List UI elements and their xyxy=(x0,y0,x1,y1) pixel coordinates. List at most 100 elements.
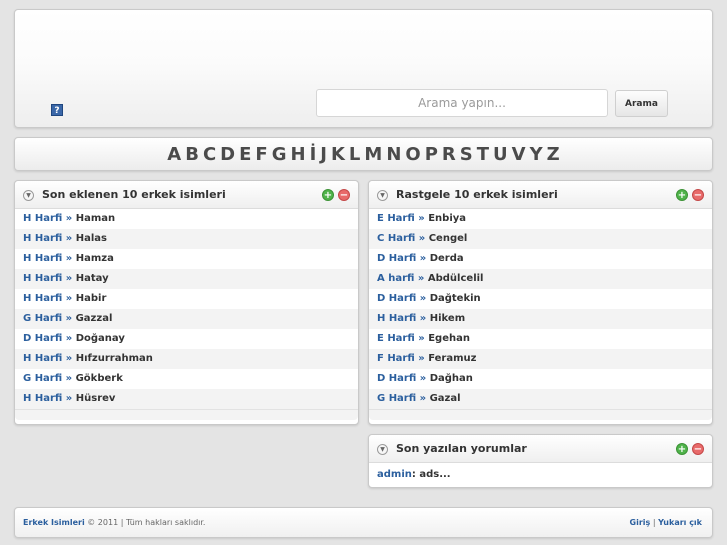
breadcrumb-separator: » xyxy=(419,253,427,264)
name-link[interactable]: Hamza xyxy=(76,253,114,264)
letter-link[interactable]: D xyxy=(220,144,235,165)
letter-link[interactable]: N xyxy=(386,144,401,165)
letter-category-link[interactable]: H Harfi xyxy=(23,233,62,244)
back-to-top-link[interactable]: Yukarı çık xyxy=(658,518,702,527)
chevron-down-icon[interactable]: ▼ xyxy=(377,444,388,455)
minus-icon[interactable]: − xyxy=(692,443,704,455)
footer-left: Erkek Isimleri © 2011 | Tüm hakları sakl… xyxy=(23,508,205,537)
letter-link[interactable]: İ xyxy=(310,144,317,165)
letter-link[interactable]: B xyxy=(185,144,199,165)
letter-category-link[interactable]: H Harfi xyxy=(23,273,62,284)
name-link[interactable]: Cengel xyxy=(429,233,468,244)
name-link[interactable]: Dağtekin xyxy=(430,293,481,304)
letter-link[interactable]: Z xyxy=(547,144,560,165)
name-link[interactable]: Hikem xyxy=(430,313,465,324)
letter-category-link[interactable]: H Harfi xyxy=(23,393,62,404)
letter-link[interactable]: K xyxy=(331,144,345,165)
letter-category-link[interactable]: H Harfi xyxy=(23,353,62,364)
letter-link[interactable]: F xyxy=(255,144,267,165)
name-link[interactable]: Haman xyxy=(76,213,115,224)
letter-category-link[interactable]: C Harfi xyxy=(377,233,415,244)
breadcrumb-separator: » xyxy=(418,333,425,344)
breadcrumb-separator: » xyxy=(65,333,73,344)
comment-text: : ads... xyxy=(411,469,451,480)
chevron-down-icon[interactable]: ▼ xyxy=(377,190,388,201)
breadcrumb-separator: » xyxy=(65,273,73,284)
breadcrumb-separator: » xyxy=(65,373,73,384)
help-icon[interactable]: ? xyxy=(51,104,63,116)
name-link[interactable]: Gazal xyxy=(430,393,461,404)
breadcrumb-separator: » xyxy=(418,213,425,224)
letter-link[interactable]: O xyxy=(405,144,420,165)
letter-category-link[interactable]: G Harfi xyxy=(377,393,416,404)
breadcrumb-separator: » xyxy=(418,353,425,364)
breadcrumb-separator: » xyxy=(418,233,426,244)
letter-link[interactable]: E xyxy=(239,144,251,165)
letter-link[interactable]: J xyxy=(320,144,327,165)
letter-link[interactable]: M xyxy=(364,144,382,165)
name-link[interactable]: Hıfzurrahman xyxy=(76,353,153,364)
letter-link[interactable]: G xyxy=(272,144,287,165)
name-link[interactable]: Dağhan xyxy=(430,373,473,384)
footer: Erkek Isimleri © 2011 | Tüm hakları sakl… xyxy=(14,507,713,538)
name-link[interactable]: Hatay xyxy=(76,273,109,284)
letter-category-link[interactable]: E Harfi xyxy=(377,213,415,224)
chevron-down-icon[interactable]: ▼ xyxy=(23,190,34,201)
plus-icon[interactable]: + xyxy=(322,189,334,201)
letter-category-link[interactable]: H Harfi xyxy=(23,213,62,224)
name-link[interactable]: Egehan xyxy=(428,333,470,344)
list-item: C Harfi » Cengel xyxy=(369,229,712,249)
minus-icon[interactable]: − xyxy=(692,189,704,201)
letter-link[interactable]: L xyxy=(349,144,360,165)
letter-category-link[interactable]: H Harfi xyxy=(23,253,62,264)
name-link[interactable]: Halas xyxy=(76,233,107,244)
footer-right: Giriş | Yukarı çık xyxy=(630,508,702,537)
site-link[interactable]: Erkek Isimleri xyxy=(23,518,85,527)
plus-icon[interactable]: + xyxy=(676,443,688,455)
letter-link[interactable]: V xyxy=(512,144,526,165)
letter-category-link[interactable]: D Harfi xyxy=(377,253,416,264)
letter-category-link[interactable]: G Harfi xyxy=(23,373,62,384)
comment-user-link[interactable]: admin xyxy=(377,469,412,480)
letter-link[interactable]: Y xyxy=(530,144,543,165)
recent-box-title: Son eklenen 10 erkek isimleri xyxy=(42,188,226,201)
letter-category-link[interactable]: E Harfi xyxy=(377,333,415,344)
letter-category-link[interactable]: F Harfi xyxy=(377,353,415,364)
name-link[interactable]: Gökberk xyxy=(76,373,123,384)
list-item: H Harfi » Hamza xyxy=(15,249,358,269)
login-link[interactable]: Giriş xyxy=(630,518,651,527)
plus-icon[interactable]: + xyxy=(676,189,688,201)
name-link[interactable]: Abdülcelil xyxy=(428,273,484,284)
letter-category-link[interactable]: H Harfi xyxy=(23,293,62,304)
search-button[interactable]: Arama xyxy=(615,90,668,117)
letter-link[interactable]: C xyxy=(203,144,216,165)
letter-link[interactable]: T xyxy=(477,144,489,165)
list-item: D Harfi » Dağtekin xyxy=(369,289,712,309)
name-link[interactable]: Habir xyxy=(76,293,107,304)
name-link[interactable]: Hüsrev xyxy=(76,393,116,404)
letter-link[interactable]: R xyxy=(442,144,456,165)
letter-category-link[interactable]: G Harfi xyxy=(23,313,62,324)
letter-category-link[interactable]: A harfi xyxy=(377,273,414,284)
letter-link[interactable]: A xyxy=(167,144,181,165)
list-item: F Harfi » Feramuz xyxy=(369,349,712,369)
recent-box-header: ▼ Son eklenen 10 erkek isimleri + − xyxy=(15,181,358,209)
letter-link[interactable]: H xyxy=(290,144,305,165)
letter-link[interactable]: P xyxy=(425,144,438,165)
letter-category-link[interactable]: D Harfi xyxy=(377,373,416,384)
letter-category-link[interactable]: D Harfi xyxy=(23,333,62,344)
comment-item: admin: ads... xyxy=(369,463,712,486)
name-link[interactable]: Doğanay xyxy=(76,333,125,344)
name-link[interactable]: Gazzal xyxy=(76,313,113,324)
name-link[interactable]: Feramuz xyxy=(428,353,476,364)
name-link[interactable]: Enbiya xyxy=(428,213,466,224)
minus-icon[interactable]: − xyxy=(338,189,350,201)
name-link[interactable]: Derda xyxy=(430,253,464,264)
letter-category-link[interactable]: D Harfi xyxy=(377,293,416,304)
search-input[interactable] xyxy=(316,89,608,117)
letter-link[interactable]: U xyxy=(493,144,508,165)
random-box-title: Rastgele 10 erkek isimleri xyxy=(396,188,558,201)
random-box-header: ▼ Rastgele 10 erkek isimleri + − xyxy=(369,181,712,209)
letter-link[interactable]: S xyxy=(460,144,473,165)
letter-category-link[interactable]: H Harfi xyxy=(377,313,416,324)
